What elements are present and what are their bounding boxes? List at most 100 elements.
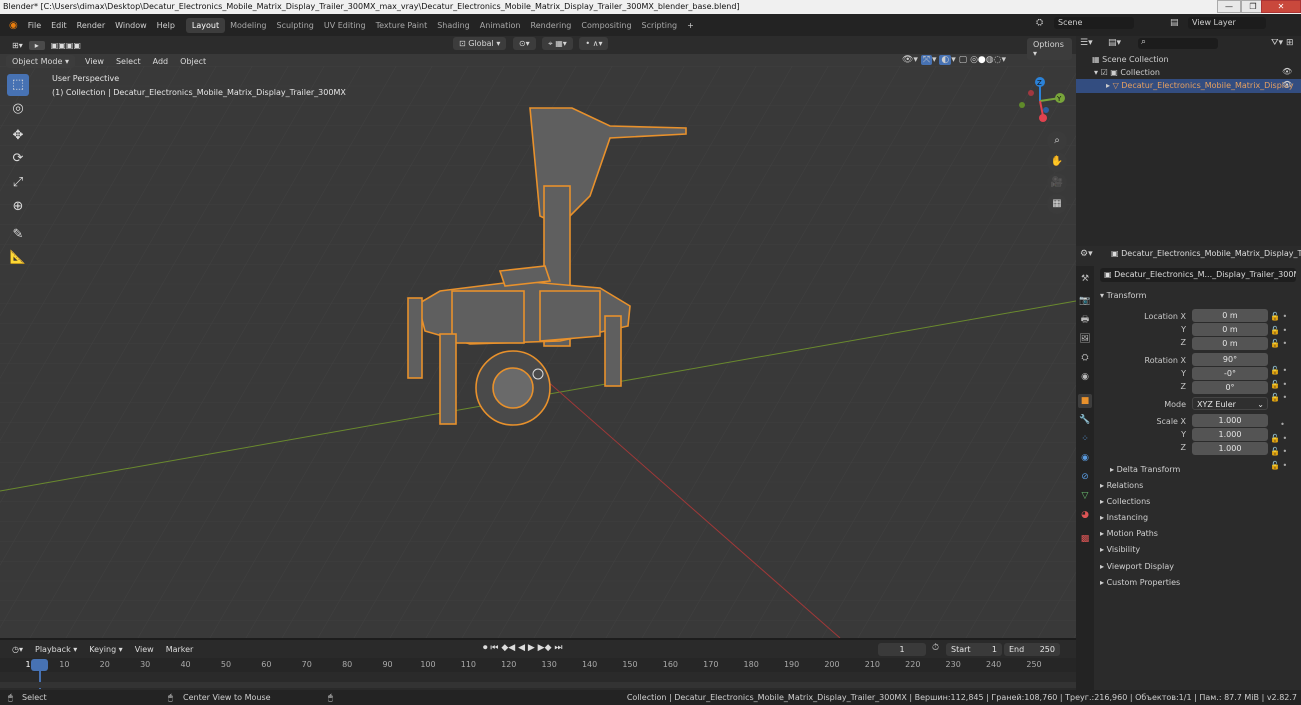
select-mode-icons[interactable]: ▣▣▣▣	[45, 41, 87, 50]
scene-collection-row[interactable]: ▦ Scene Collection	[1092, 55, 1169, 64]
object-name-field[interactable]: ▣ Decatur_Electronics_M..._Display_Trail…	[1100, 268, 1296, 282]
filter-icon[interactable]: ⛛▾	[1271, 38, 1283, 48]
checkbox-icon[interactable]: ☑	[1101, 68, 1111, 77]
tab-texture-paint[interactable]: Texture Paint	[371, 21, 433, 30]
rotation-y-field[interactable]: -0°	[1192, 367, 1268, 380]
jump-start-icon[interactable]: ⏮	[490, 643, 498, 653]
collection-visibility-icon[interactable]: 👁	[1282, 67, 1292, 76]
overlay-toggle-icon[interactable]: ◐	[939, 55, 952, 65]
stopwatch-icon[interactable]: ⏱	[932, 643, 939, 653]
view-layer-tab-icon[interactable]: 🖼	[1078, 332, 1092, 346]
editor-type-icon[interactable]: ⊞▾	[6, 41, 29, 50]
start-frame-field[interactable]: Start 1	[946, 643, 1002, 656]
pan-hand-icon[interactable]: ✋	[1047, 152, 1067, 172]
instancing-header[interactable]: ▸ Instancing	[1100, 513, 1148, 522]
lock-icons[interactable]: 🔓 • 🔓 • 🔓 • 🔓 • 🔓 • 🔓 • • 🔓 • 🔓 • 🔓 •	[1270, 310, 1287, 472]
measure-tool-icon[interactable]: 📐	[7, 247, 29, 269]
next-keyframe-icon[interactable]: ▶◆	[538, 643, 552, 653]
tab-sculpting[interactable]: Sculpting	[272, 21, 319, 30]
mode-dropdown[interactable]: Object Mode ▾	[6, 54, 75, 68]
modifier-tab-icon[interactable]: 🔧	[1078, 413, 1092, 427]
menu-timeline-view[interactable]: View	[129, 645, 160, 654]
add-workspace-button[interactable]: +	[682, 21, 699, 30]
tab-shading[interactable]: Shading	[432, 21, 475, 30]
snap-toggle[interactable]: ⌖ ▦▾	[542, 37, 573, 50]
shading-solid-icon[interactable]: ●	[978, 55, 986, 65]
menu-help[interactable]: Help	[152, 21, 180, 30]
outliner-editor-icon[interactable]: ☰▾	[1080, 38, 1093, 48]
material-tab-icon[interactable]: ◕	[1078, 508, 1092, 522]
menu-playback[interactable]: Playback ▾	[29, 645, 83, 654]
move-tool-icon[interactable]: ✥	[7, 125, 29, 147]
view-layer-icon[interactable]: ▤	[1170, 18, 1179, 28]
rotate-tool-icon[interactable]: ⟳	[7, 148, 29, 170]
location-y-field[interactable]: 0 m	[1192, 323, 1268, 336]
scale-y-field[interactable]: 1.000	[1192, 428, 1268, 441]
delta-transform-header[interactable]: ▸ Delta Transform	[1110, 465, 1180, 474]
select-box-icon[interactable]: ▸	[28, 40, 45, 50]
shading-rendered-icon[interactable]: ◌	[994, 55, 1002, 65]
rotation-mode-dropdown[interactable]: XYZ Euler ⌄	[1192, 397, 1268, 410]
end-frame-field[interactable]: End 250	[1004, 643, 1060, 656]
menu-marker[interactable]: Marker	[160, 645, 200, 654]
menu-render[interactable]: Render	[72, 21, 110, 30]
blender-logo-icon[interactable]: ◉	[4, 20, 23, 31]
menu-select[interactable]: Select	[110, 57, 147, 66]
play-icon[interactable]: ▶	[528, 643, 535, 653]
viewport-display-header[interactable]: ▸ Viewport Display	[1100, 562, 1174, 571]
minimize-button[interactable]: —	[1217, 0, 1241, 13]
constraints-tab-icon[interactable]: ⊘	[1078, 470, 1092, 484]
visibility-icon[interactable]: 👁▾	[902, 55, 918, 65]
play-reverse-icon[interactable]: ◀	[518, 643, 525, 653]
visibility-header[interactable]: ▸ Visibility	[1100, 545, 1140, 554]
tab-scripting[interactable]: Scripting	[637, 21, 683, 30]
particles-tab-icon[interactable]: ⁘	[1078, 432, 1092, 446]
scale-tool-icon[interactable]: ⤢	[7, 172, 29, 194]
display-mode-icon[interactable]: ▤▾	[1108, 38, 1121, 48]
properties-editor-icon[interactable]: ⚙▾	[1080, 249, 1093, 259]
outliner-search-input[interactable]	[1138, 38, 1218, 49]
location-z-field[interactable]: 0 m	[1192, 337, 1268, 350]
tool-tab-icon[interactable]: ⚒	[1078, 272, 1092, 286]
menu-edit[interactable]: Edit	[46, 21, 72, 30]
transform-panel-header[interactable]: ▾ Transform	[1100, 291, 1146, 300]
render-tab-icon[interactable]: 📷	[1078, 294, 1092, 308]
menu-add[interactable]: Add	[147, 57, 175, 66]
select-tool-icon[interactable]: ⬚	[7, 74, 29, 96]
jump-end-icon[interactable]: ⏭	[554, 643, 562, 653]
object-row[interactable]: ▸ ▽ Decatur_Electronics_Mobile_Matrix_Di…	[1076, 79, 1301, 93]
scale-z-field[interactable]: 1.000	[1192, 442, 1268, 455]
menu-file[interactable]: File	[23, 21, 46, 30]
rotation-z-field[interactable]: 0°	[1192, 381, 1268, 394]
rotation-x-field[interactable]: 90°	[1192, 353, 1268, 366]
object-visibility-icon[interactable]: 👁	[1282, 80, 1292, 89]
scene-icon[interactable]: ⛭	[1036, 18, 1043, 28]
close-button[interactable]: ✕	[1261, 0, 1301, 13]
transform-tool-icon[interactable]: ⊕	[7, 196, 29, 218]
scale-x-field[interactable]: 1.000	[1192, 414, 1268, 427]
scene-tab-icon[interactable]: ⛭	[1078, 351, 1092, 365]
timeline-ruler[interactable]: 1 10 20 30 40 50 60 70 80 90 100 110 120 130 140 150 160…	[0, 658, 1076, 689]
pivot-dropdown[interactable]: ⊙▾	[512, 37, 536, 50]
tab-rendering[interactable]: Rendering	[526, 21, 577, 30]
menu-object[interactable]: Object	[174, 57, 212, 66]
perspective-grid-icon[interactable]: ▦	[1047, 194, 1067, 214]
gizmo-toggle-icon[interactable]: ⤧	[920, 55, 933, 65]
menu-window[interactable]: Window	[110, 21, 152, 30]
timeline-editor-icon[interactable]: ◷▾	[6, 645, 29, 654]
annotate-tool-icon[interactable]: ✎	[7, 224, 29, 246]
physics-tab-icon[interactable]: ◉	[1078, 451, 1092, 465]
tab-modeling[interactable]: Modeling	[225, 21, 271, 30]
shading-wireframe-icon[interactable]: ◎	[970, 55, 978, 65]
location-x-field[interactable]: 0 m	[1192, 309, 1268, 322]
scene-selector[interactable]: Scene	[1054, 17, 1134, 29]
camera-icon[interactable]: 🎥	[1047, 173, 1067, 193]
3d-viewport[interactable]: ⊞▾ ▸ ▣▣▣▣ ⊡ Global ▾ ⊙▾ ⌖ ▦▾ • ∧▾ Option…	[0, 36, 1076, 638]
collection-row[interactable]: ▾ ☑ ▣ Collection	[1094, 68, 1160, 77]
proportional-edit-toggle[interactable]: • ∧▾	[579, 37, 609, 50]
world-tab-icon[interactable]: ◉	[1078, 370, 1092, 384]
xray-icon[interactable]: ▢	[959, 55, 968, 65]
view-layer-selector[interactable]: View Layer	[1188, 17, 1266, 29]
shading-material-icon[interactable]: ◍	[986, 55, 994, 65]
menu-keying[interactable]: Keying ▾	[83, 645, 128, 654]
